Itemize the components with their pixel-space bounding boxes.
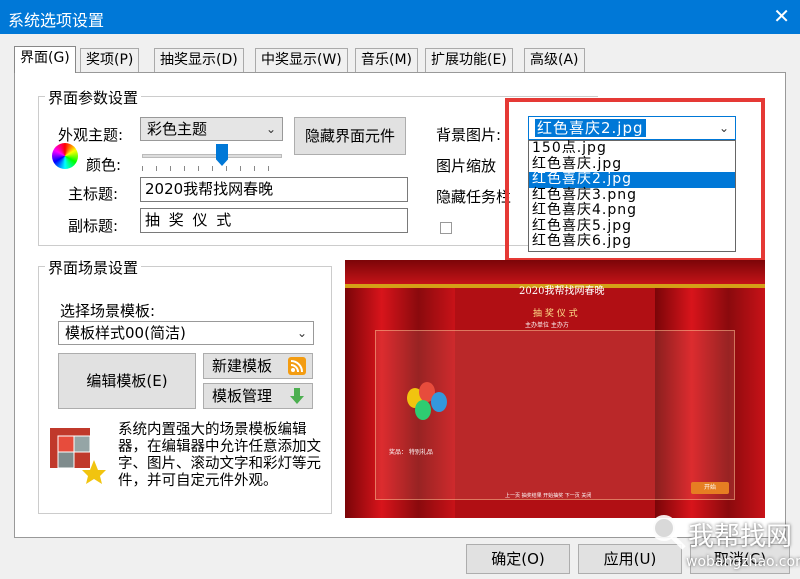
tab-interface[interactable]: 界面(G)	[14, 46, 76, 73]
watermark-logo: 我帮找网 wobangzhao.com	[640, 510, 800, 579]
template-value: 模板样式00(简洁)	[65, 324, 186, 342]
interface-params-title: 界面参数设置	[45, 87, 142, 108]
tab-draw-display[interactable]: 抽奖显示(D)	[154, 48, 244, 72]
tab-music[interactable]: 音乐(M)	[355, 48, 419, 72]
preview-prize-text: 奖品： 特别礼品	[389, 449, 433, 456]
scene-description: 系统内置强大的场景模板编辑器，在编辑器中允许任意添加文字、图片、滚动文字和彩灯等…	[118, 422, 321, 489]
chevron-down-icon: ⌄	[296, 326, 307, 340]
ok-button[interactable]: 确定(O)	[466, 544, 570, 574]
chevron-down-icon: ⌄	[265, 122, 276, 136]
subtitle-label: 副标题:	[68, 217, 119, 235]
hide-taskbar-label: 隐藏任务栏	[436, 188, 512, 206]
subtitle-input[interactable]: 抽 奖 仪 式	[140, 208, 408, 233]
option-checkbox[interactable]	[440, 222, 452, 234]
edit-template-button[interactable]: 编辑模板(E)	[58, 353, 196, 409]
download-arrow-icon	[290, 388, 304, 404]
color-label: 颜色:	[86, 156, 122, 174]
watermark-text: 我帮找网	[688, 522, 793, 552]
template-label: 选择场景模板:	[60, 302, 156, 320]
bg-image-label: 背景图片:	[436, 126, 502, 144]
color-slider-track[interactable]	[142, 154, 282, 158]
balloon-icon	[415, 400, 431, 420]
theme-value: 彩色主题	[147, 120, 208, 138]
tab-prizes[interactable]: 奖项(P)	[80, 48, 140, 72]
tab-extensions[interactable]: 扩展功能(E)	[425, 48, 513, 72]
slider-ticks	[142, 166, 282, 171]
window-title: 系统选项设置	[8, 11, 105, 30]
close-icon[interactable]: ✕	[773, 4, 790, 28]
balloon-icon	[431, 392, 447, 412]
preview-subtitle: 抽 奖 仪 式	[533, 309, 578, 319]
cube-template-icon	[50, 428, 106, 484]
tab-winner-display[interactable]: 中奖显示(W)	[255, 48, 348, 72]
image-scale-label: 图片缩放	[436, 157, 497, 175]
new-template-button[interactable]: 新建模板	[203, 353, 313, 379]
main-title-label: 主标题:	[68, 185, 119, 203]
theme-label: 外观主题:	[58, 126, 124, 144]
template-select[interactable]: 模板样式00(简洁) ⌄	[58, 321, 314, 345]
manage-template-button[interactable]: 模板管理	[203, 383, 313, 409]
magnifier-icon	[651, 515, 686, 550]
new-template-label: 新建模板	[212, 357, 273, 375]
hide-elements-button[interactable]: 隐藏界面元件	[294, 117, 406, 155]
watermark-url: wobangzhao.com	[686, 554, 800, 570]
manage-template-label: 模板管理	[212, 387, 273, 405]
preview-small-text: 主办单位 主办方	[525, 322, 569, 329]
theme-select[interactable]: 彩色主题 ⌄	[140, 117, 283, 141]
color-wheel-icon[interactable]	[52, 143, 78, 169]
main-title-input[interactable]: 2020我帮找网春晚	[140, 177, 408, 202]
preview-bottom-text: 上一页 抽奖结果 开始抽奖 下一页 关闭	[505, 493, 592, 499]
highlight-callout-box	[505, 98, 765, 262]
tab-advanced[interactable]: 高级(A)	[524, 48, 585, 72]
scene-preview: 2020我帮找网春晚 抽 奖 仪 式 主办单位 主办方 奖品： 特别礼品 上一页…	[345, 260, 765, 518]
preview-start-button: 开始	[691, 482, 729, 494]
rss-new-icon	[288, 357, 306, 375]
scene-title: 界面场景设置	[45, 257, 142, 278]
title-bar: 系统选项设置 ✕	[0, 0, 800, 34]
preview-title: 2020我帮找网春晚	[519, 286, 605, 297]
